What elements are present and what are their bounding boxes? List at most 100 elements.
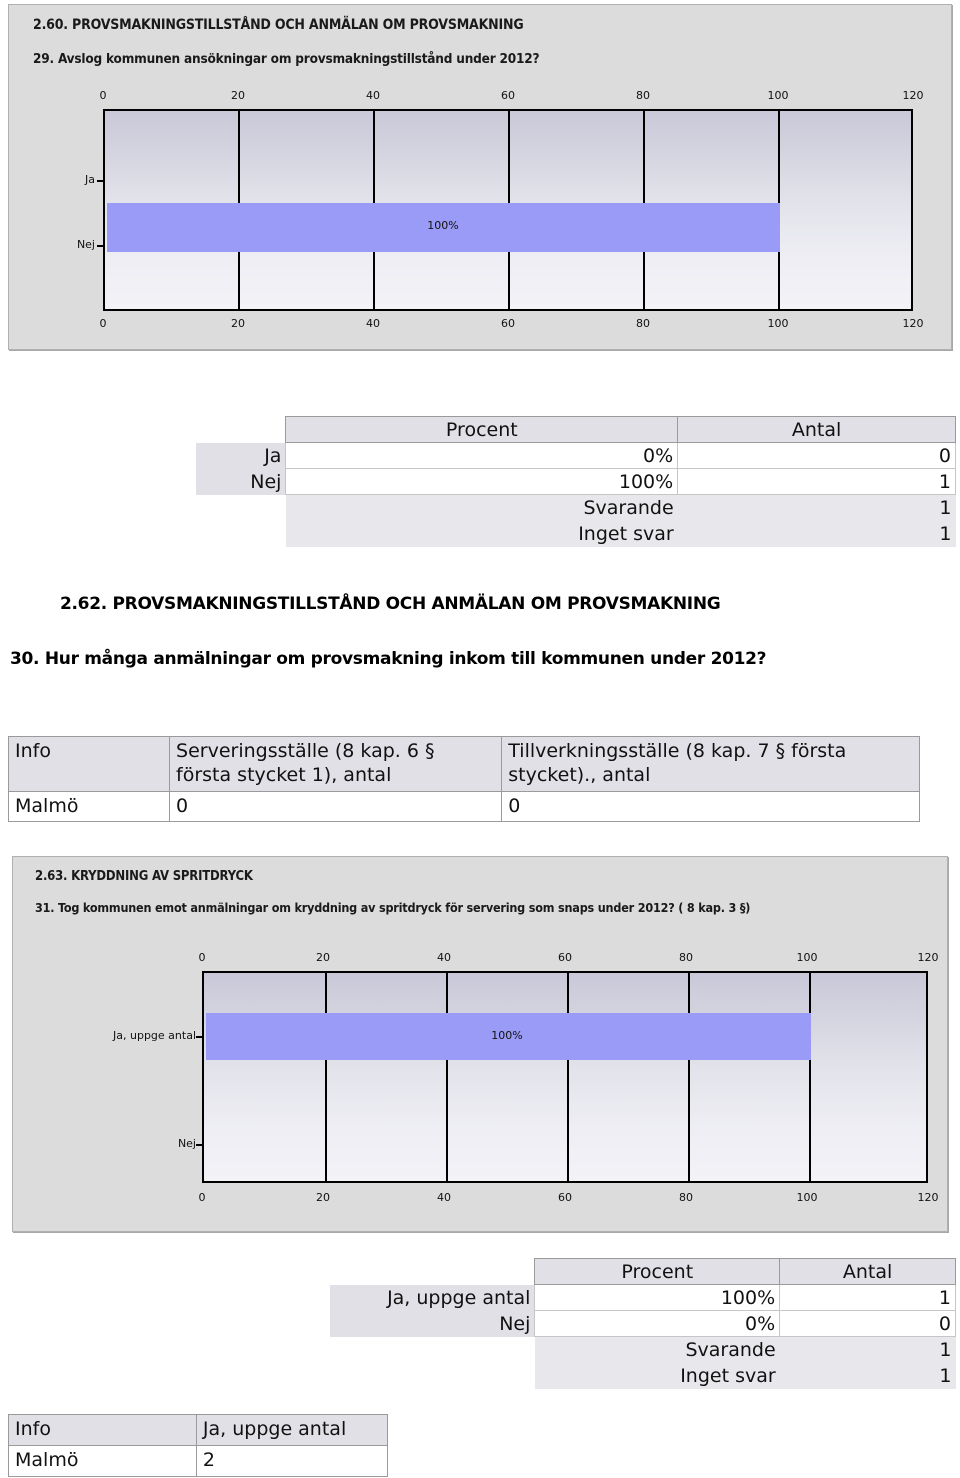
chart-2-plot-area: 100% xyxy=(202,971,928,1183)
chart-1-title: 2.60. PROVSMAKNINGSTILLSTÅND OCH ANMÄLAN… xyxy=(33,17,524,33)
chart-2-xtick-bottom-60: 60 xyxy=(558,1191,572,1204)
info-cell-tillverkningsstalle-antal: 0 xyxy=(501,790,920,823)
summary-spacer xyxy=(196,521,286,547)
table-summary-row: Inget svar 1 xyxy=(196,520,956,547)
chart-2-xtick-top-20: 20 xyxy=(316,951,330,964)
summary-label-inget-svar: Inget svar xyxy=(285,520,678,547)
cell-nej-procent: 100% xyxy=(285,468,679,495)
info-header-ja-uppge-antal: Ja, uppge antal xyxy=(195,1414,389,1446)
info-cell-ja-uppge-antal: 2 xyxy=(195,1444,389,1477)
summary-value-inget-svar: 1 xyxy=(779,1362,956,1389)
chart-2-gridline-100 xyxy=(809,973,811,1181)
section-heading-2-62: 2.62. PROVSMAKNINGSTILLSTÅND OCH ANMÄLAN… xyxy=(60,594,721,614)
chart-2-category-tick-ja-uppge-antal xyxy=(196,1036,204,1038)
question-heading-30: 30. Hur många anmälningar om provsmaknin… xyxy=(10,649,767,669)
chart-1-xtick-bottom-100: 100 xyxy=(767,317,789,330)
info-cell-malmo: Malmö xyxy=(8,1444,197,1477)
info-table-1: Info Serveringsställe (8 kap. 6 § första… xyxy=(7,736,920,823)
summary-value-svarande: 1 xyxy=(779,1336,956,1363)
chart-2-title: 2.63. KRYDDNING AV SPRITDRYCK xyxy=(35,869,253,884)
cell-nej-antal: 1 xyxy=(677,468,956,495)
summary-spacer xyxy=(330,1363,535,1389)
chart-1-xtick-bottom-80: 80 xyxy=(636,317,650,330)
chart-2-xtick-bottom-100: 100 xyxy=(796,1191,818,1204)
info-header-info: Info xyxy=(8,1414,197,1446)
chart-2-category-tick-nej xyxy=(196,1144,204,1146)
chart-1-category-tick-ja xyxy=(97,180,105,182)
chart-1-xtick-bottom-60: 60 xyxy=(501,317,515,330)
chart-1-question: 29. Avslog kommunen ansökningar om provs… xyxy=(33,51,540,67)
cell-ja-procent: 0% xyxy=(285,442,679,469)
chart-2-xtick-top-100: 100 xyxy=(796,951,818,964)
table-header-row: Procent Antal xyxy=(196,416,956,443)
info-cell-serveringsstalle-antal: 0 xyxy=(169,790,503,823)
chart-2-xtick-bottom-0: 0 xyxy=(198,1191,206,1204)
chart-1-xtick-top-120: 120 xyxy=(902,89,924,102)
chart-1-gridline-120 xyxy=(911,111,913,309)
chart-2-xtick-bottom-40: 40 xyxy=(437,1191,451,1204)
chart-2-gridline-20 xyxy=(325,973,327,1181)
info-table-2: Info Ja, uppge antal Malmö 2 xyxy=(8,1414,389,1477)
chart-1-category-tick-nej xyxy=(97,245,105,247)
summary-value-inget-svar: 1 xyxy=(677,520,956,547)
chart-1-xtick-bottom-20: 20 xyxy=(231,317,245,330)
cell-ja-uppge-antal-procent: 100% xyxy=(534,1284,781,1311)
table-header-row: Procent Antal xyxy=(330,1258,956,1285)
chart-1-xtick-top-40: 40 xyxy=(366,89,380,102)
chart-2-xtick-top-120: 120 xyxy=(917,951,939,964)
info-header-row: Info Serveringsställe (8 kap. 6 § första… xyxy=(7,736,920,792)
info-cell-malmo: Malmö xyxy=(7,790,171,823)
summary-label-inget-svar: Inget svar xyxy=(534,1362,780,1389)
chart-panel-1: 2.60. PROVSMAKNINGSTILLSTÅND OCH ANMÄLAN… xyxy=(8,4,952,350)
chart-2-xtick-top-40: 40 xyxy=(437,951,451,964)
chart-2-bar-label-ja-uppge-antal: 100% xyxy=(491,1029,523,1042)
chart-1-xtick-bottom-40: 40 xyxy=(366,317,380,330)
chart-2-gridline-40 xyxy=(446,973,448,1181)
info-row: Malmö 0 0 xyxy=(7,790,920,823)
cell-nej-procent: 0% xyxy=(534,1310,781,1337)
cell-ja-antal: 0 xyxy=(677,442,956,469)
row-label-nej: Nej xyxy=(330,1310,535,1337)
info-header-row: Info Ja, uppge antal xyxy=(8,1414,389,1446)
chart-2-gridline-80 xyxy=(688,973,690,1181)
chart-2-gridline-120 xyxy=(926,973,928,1181)
chart-panel-2: 2.63. KRYDDNING AV SPRITDRYCK 31. Tog ko… xyxy=(12,856,948,1232)
result-table-2: Procent Antal Ja, uppge antal 100% 1 Nej… xyxy=(330,1258,956,1389)
info-header-info: Info xyxy=(7,736,171,792)
column-header-procent: Procent xyxy=(534,1258,781,1285)
table-row: Ja 0% 0 xyxy=(196,442,956,469)
chart-1-plot-area: 100% xyxy=(103,109,913,311)
chart-2-category-label-nej: Nej xyxy=(177,1137,196,1150)
chart-2-xtick-bottom-80: 80 xyxy=(679,1191,693,1204)
row-label-ja: Ja xyxy=(196,442,286,469)
row-label-ja-uppge-antal: Ja, uppge antal xyxy=(330,1284,535,1311)
chart-1-xtick-top-0: 0 xyxy=(99,89,107,102)
column-header-antal: Antal xyxy=(779,1258,956,1285)
header-spacer xyxy=(196,417,286,443)
chart-1-xtick-top-60: 60 xyxy=(501,89,515,102)
chart-1-xtick-bottom-0: 0 xyxy=(99,317,107,330)
info-header-serveringsstalle: Serveringsställe (8 kap. 6 § första styc… xyxy=(169,736,503,792)
table-summary-row: Inget svar 1 xyxy=(330,1362,956,1389)
chart-1-xtick-top-80: 80 xyxy=(636,89,650,102)
info-row: Malmö 2 xyxy=(8,1444,389,1477)
chart-2-xtick-top-80: 80 xyxy=(679,951,693,964)
chart-2-gridline-60 xyxy=(567,973,569,1181)
table-summary-row: Svarande 1 xyxy=(330,1336,956,1363)
chart-2-xtick-bottom-120: 120 xyxy=(917,1191,939,1204)
table-row: Nej 0% 0 xyxy=(330,1310,956,1337)
chart-2-xtick-top-60: 60 xyxy=(558,951,572,964)
header-spacer xyxy=(330,1259,535,1285)
summary-label-svarande: Svarande xyxy=(285,494,678,521)
column-header-antal: Antal xyxy=(677,416,956,443)
cell-ja-uppge-antal-antal: 1 xyxy=(779,1284,956,1311)
chart-1-xtick-top-100: 100 xyxy=(767,89,789,102)
chart-2-xtick-bottom-20: 20 xyxy=(316,1191,330,1204)
chart-2-question: 31. Tog kommunen emot anmälningar om kry… xyxy=(35,900,751,915)
column-header-procent: Procent xyxy=(285,416,679,443)
summary-label-svarande: Svarande xyxy=(534,1336,780,1363)
chart-1-xtick-bottom-120: 120 xyxy=(902,317,924,330)
cell-nej-antal: 0 xyxy=(779,1310,956,1337)
chart-2-xtick-top-0: 0 xyxy=(198,951,206,964)
chart-1-xtick-top-20: 20 xyxy=(231,89,245,102)
